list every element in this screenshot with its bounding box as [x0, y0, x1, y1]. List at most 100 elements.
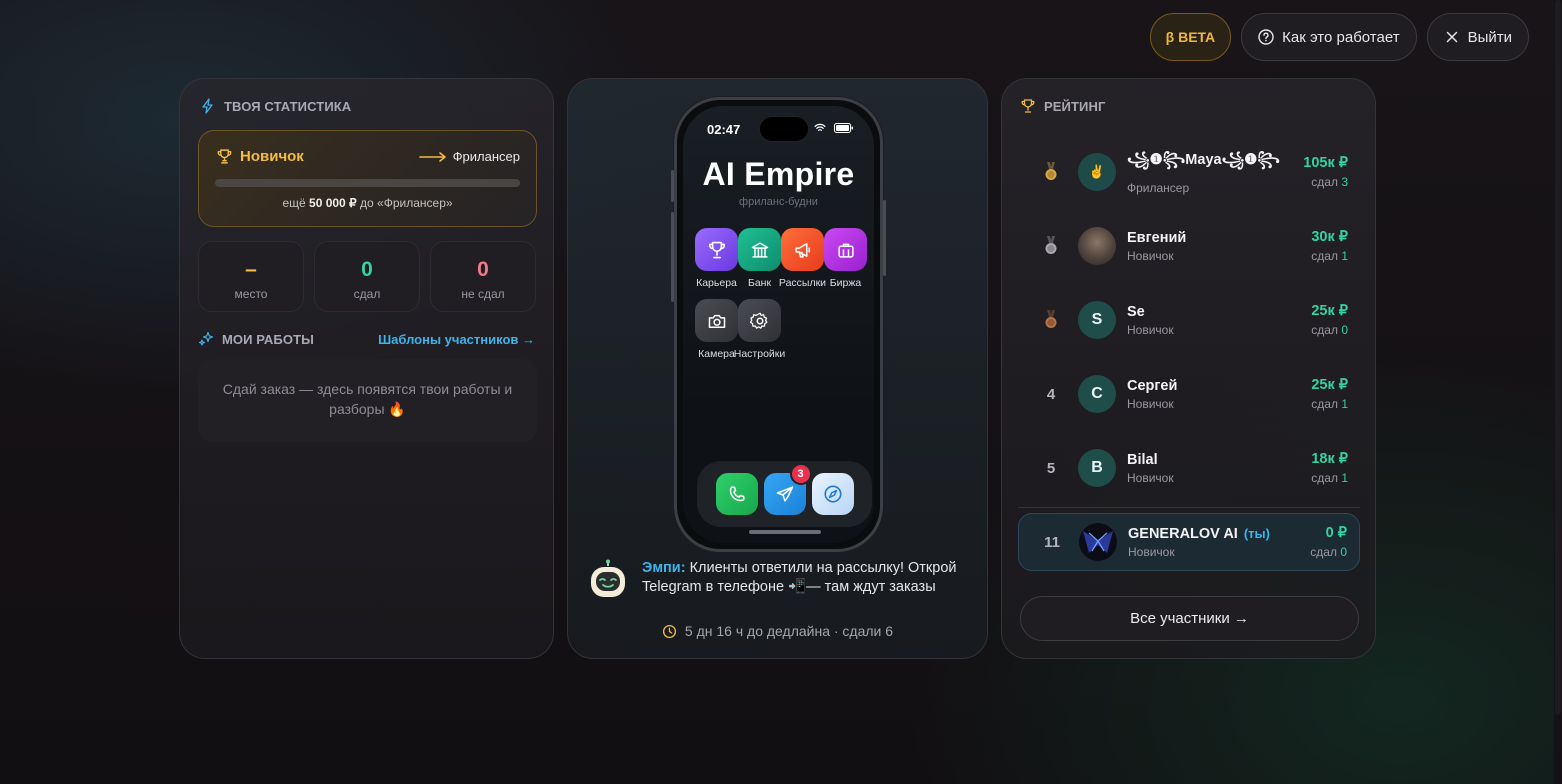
- level-progress-box: Новичок Фрилансер ещё 50 000 ₽ до «Фрила…: [198, 130, 537, 227]
- participant-done: сдал 3: [1303, 175, 1348, 189]
- how-it-works-button[interactable]: Как это работает: [1241, 13, 1417, 61]
- close-icon: [1446, 31, 1457, 43]
- scrollbar[interactable]: [1554, 0, 1562, 784]
- all-participants-button[interactable]: Все участники →: [1020, 596, 1359, 641]
- rank-position: 11: [1044, 533, 1060, 551]
- beta-badge[interactable]: β BETA: [1149, 13, 1232, 61]
- avatar-letter: С: [1091, 385, 1103, 402]
- app-settings[interactable]: Настройки: [734, 299, 785, 360]
- beta-label: β BETA: [1165, 29, 1216, 45]
- rank-position: [1036, 162, 1066, 182]
- megaphone-icon: [794, 242, 810, 258]
- rating-card: РЕЙТИНГ ✌ ꧁❶꧂Maya꧁❶꧂ Фрилансер 105к ₽ сд…: [1001, 78, 1376, 659]
- participant-tier: Новичок: [1127, 470, 1174, 485]
- stats-row: – место 0 сдал 0 не сдал: [198, 241, 536, 312]
- avatar: B: [1078, 449, 1116, 487]
- works-title: МОИ РАБОТЫ: [198, 331, 314, 347]
- phone-card: 02:47 AI Empire фриланс-будни Карьера Ба…: [567, 78, 988, 659]
- avatar: ✌: [1078, 153, 1116, 191]
- deadline-text: 5 дн 16 ч до дедлайна · сдали 6: [684, 623, 894, 639]
- rating-list: ✌ ꧁❶꧂Maya꧁❶꧂ Фрилансер 105к ₽ сдал 3 Евг…: [1018, 135, 1360, 571]
- rank-position: 4: [1046, 385, 1056, 403]
- stat-not-done-value: 0: [477, 258, 489, 281]
- avatar-letter: S: [1091, 311, 1103, 328]
- rating-row[interactable]: ✌ ꧁❶꧂Maya꧁❶꧂ Фрилансер 105к ₽ сдал 3: [1018, 135, 1360, 209]
- rank-position: 5: [1046, 459, 1056, 477]
- templates-link[interactable]: Шаблоны участников →: [378, 332, 535, 347]
- battery-icon: [834, 123, 853, 133]
- next-level-label: Фрилансер: [452, 149, 520, 164]
- phone-call-icon: [729, 486, 745, 502]
- rating-row[interactable]: 4 С Сергей Новичок 25к ₽ сдал 1: [1018, 357, 1360, 431]
- phone-side-button: [671, 170, 674, 202]
- home-indicator: [749, 530, 821, 534]
- participant-name: Евгений: [1127, 229, 1187, 246]
- done-count: 1: [1341, 397, 1348, 411]
- app-title: AI Empire: [702, 156, 855, 192]
- current-level: Новичок: [216, 148, 304, 165]
- gear-icon: [749, 312, 767, 329]
- current-level-label: Новичок: [240, 148, 304, 165]
- participant-name: Сергей: [1127, 377, 1178, 394]
- stat-done: 0 сдал: [314, 241, 420, 312]
- participant-name: Se: [1127, 303, 1145, 320]
- robot-avatar-icon: [591, 559, 625, 597]
- camera-icon: [708, 314, 725, 328]
- participant-name: GENERALOV AI: [1128, 525, 1238, 542]
- scrollbar-thumb[interactable]: [1555, 0, 1561, 715]
- app-exchange-label: Биржа: [829, 277, 862, 289]
- rank-position: [1036, 310, 1066, 330]
- rating-title: РЕЙТИНГ: [1020, 98, 1105, 114]
- assistant-name: Эмпи:: [642, 560, 686, 576]
- notification-badge: 3: [789, 463, 812, 485]
- app-subtitle: фриланс-будни: [739, 196, 818, 208]
- level-progress-bar: [215, 179, 520, 187]
- done-count: 3: [1341, 175, 1348, 189]
- done-count: 1: [1341, 471, 1348, 485]
- done-label: сдал: [1311, 397, 1338, 411]
- done-count: 1: [1341, 249, 1348, 263]
- rating-row[interactable]: S Se Новичок 25к ₽ сдал 0: [1018, 283, 1360, 357]
- participant-name: ꧁❶꧂Maya꧁❶꧂: [1127, 152, 1280, 168]
- rating-title-text: РЕЙТИНГ: [1044, 98, 1106, 114]
- dock-phone[interactable]: [715, 473, 758, 515]
- generalov-logo-icon: [1083, 531, 1113, 553]
- stats-title-text: ТВОЯ СТАТИСТИКА: [224, 98, 352, 114]
- my-rating-row[interactable]: 11 GENERALOV AI (ты) Новичок 0 ₽ сдал 0: [1018, 513, 1360, 571]
- participant-earnings: 0 ₽: [1325, 525, 1347, 541]
- telegram-icon: [776, 486, 793, 502]
- deadline-info: 5 дн 16 ч до дедлайна · сдали 6: [568, 623, 987, 639]
- help-icon: [1258, 29, 1274, 45]
- compass-icon: [823, 485, 842, 503]
- trophy-icon: [217, 149, 232, 164]
- participant-done: сдал 0: [1311, 323, 1348, 337]
- assistant-message: Эмпи: Клиенты ответили на рассылку! Откр…: [588, 559, 967, 599]
- bank-icon: [751, 241, 768, 258]
- dock-browser[interactable]: [811, 473, 854, 515]
- phone-side-button: [671, 212, 674, 302]
- phone-side-button: [883, 200, 886, 276]
- stats-card: ТВОЯ СТАТИСТИКА Новичок Фрилансер ещё 50…: [179, 78, 554, 659]
- hint-pre: ещё: [282, 196, 306, 210]
- rating-row[interactable]: 5 B Bilal Новичок 18к ₽ сдал 1: [1018, 431, 1360, 505]
- app-grid: Карьера Банк Рассылки Биржа Камера Настр…: [695, 228, 867, 360]
- stat-place-label: место: [234, 287, 268, 301]
- participant-tier: Фрилансер: [1127, 181, 1190, 195]
- done-label: сдал: [1311, 249, 1338, 263]
- stat-done-value: 0: [361, 258, 373, 281]
- participant-done: сдал 1: [1311, 249, 1348, 263]
- participant-earnings: 105к ₽: [1303, 155, 1348, 171]
- participant-earnings: 25к ₽: [1311, 377, 1348, 393]
- assistant-message-text: Клиенты ответили на рассылку! Открой Tel…: [642, 560, 957, 595]
- dock-telegram[interactable]: 3: [763, 463, 812, 515]
- app-exchange[interactable]: Биржа: [824, 228, 867, 289]
- hint-post: до «Фрилансер»: [360, 196, 453, 210]
- stat-not-done: 0 не сдал: [430, 241, 536, 312]
- exit-label: Выйти: [1467, 28, 1512, 46]
- rating-row[interactable]: Евгений Новичок 30к ₽ сдал 1: [1018, 209, 1360, 283]
- gold-medal-icon: [1045, 162, 1057, 180]
- avatar: С: [1078, 375, 1116, 413]
- exit-button[interactable]: Выйти: [1426, 13, 1529, 61]
- avatar: S: [1078, 301, 1116, 339]
- avatar-glyph: ✌: [1088, 164, 1106, 179]
